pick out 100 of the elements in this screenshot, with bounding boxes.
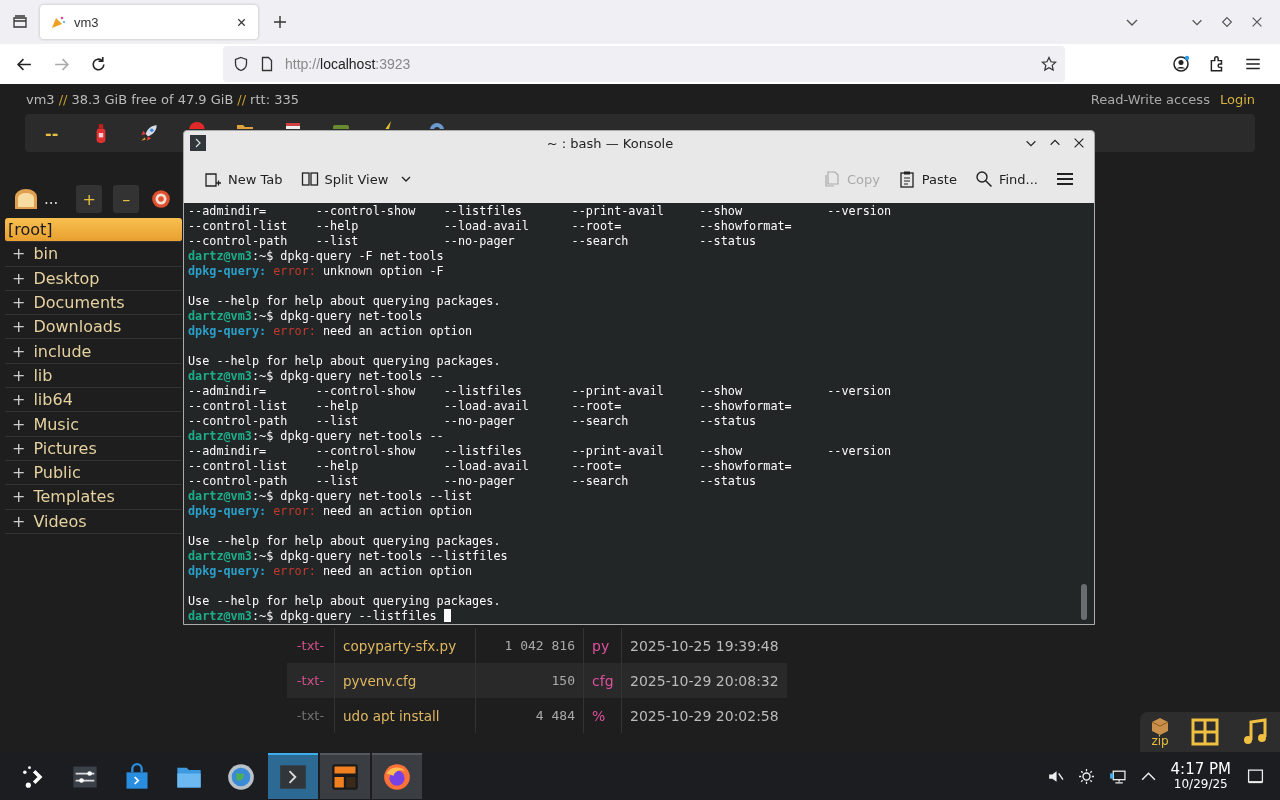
- folder-name: Public: [33, 463, 81, 483]
- zip-label[interactable]: zip: [1151, 735, 1169, 747]
- command-text: :~$ dpkg-query -F net-tools: [251, 249, 444, 263]
- separator-text: //: [58, 91, 68, 107]
- folder-name: Desktop: [33, 268, 100, 288]
- tree-item[interactable]: + bin: [5, 242, 182, 267]
- output-text: --admindir= --control-show --listfiles --print-avail --show --version: [188, 444, 892, 458]
- program-name: dpkg-query:: [188, 504, 267, 518]
- new-tab-icon[interactable]: [272, 14, 288, 30]
- taskbar-item[interactable]: [320, 753, 370, 799]
- output-text: Use --help for help about querying packages.: [188, 354, 501, 368]
- address-field[interactable]: http://localhost:3923: [223, 46, 1065, 82]
- command-text: :~$ dpkg-query net-tools: [251, 309, 423, 323]
- error-message: need an action option: [322, 504, 473, 518]
- file-size: 150: [476, 663, 584, 698]
- error-label: error:: [273, 504, 316, 518]
- shield-icon[interactable]: [233, 56, 249, 72]
- clock[interactable]: 4:17 PM 10/29/25: [1170, 761, 1231, 791]
- tree-item[interactable]: + Documents: [5, 290, 182, 316]
- expand-toggle[interactable]: +: [12, 341, 26, 361]
- expand-toggle[interactable]: +: [12, 317, 26, 337]
- tree-item[interactable]: + lib: [5, 363, 182, 389]
- zoom-out-button[interactable]: –: [113, 185, 140, 213]
- prompt-user: dartz@vm3: [188, 489, 252, 503]
- tree-item[interactable]: + include: [5, 339, 182, 364]
- output-text: --control-path --list --no-pager --search --status: [188, 234, 757, 248]
- login-link[interactable]: Login: [1219, 91, 1255, 107]
- file-tag: -txt-: [287, 698, 335, 733]
- tree-item[interactable]: + Desktop: [5, 266, 182, 291]
- expand-toggle[interactable]: +: [12, 487, 26, 507]
- status-text: rtt: 335: [250, 91, 299, 107]
- close-icon[interactable]: [1250, 15, 1264, 29]
- status-text: vm3: [26, 91, 55, 107]
- maximize-icon[interactable]: [1220, 15, 1234, 29]
- find-button[interactable]: Find...: [968, 163, 1044, 196]
- command-text: :~$ dpkg-query net-tools --: [251, 369, 444, 383]
- file-date: 2025-10-29 20:08:32: [629, 671, 780, 691]
- folder-name: include: [33, 341, 92, 361]
- grid-icon[interactable]: [1190, 717, 1220, 747]
- expand-toggle[interactable]: +: [12, 390, 26, 410]
- split-view-button[interactable]: Split View: [294, 163, 419, 196]
- tree-item[interactable]: + Downloads: [5, 315, 182, 340]
- output-text: --control-list --help --load-avail --root= --showformat=: [188, 219, 792, 233]
- file-link[interactable]: udo apt install: [335, 698, 476, 733]
- file-extension: %: [584, 698, 622, 733]
- bread-icon[interactable]: [12, 187, 40, 211]
- paste-button[interactable]: Paste: [891, 163, 963, 196]
- command-text: :~$ dpkg-query net-tools --listfiles: [251, 549, 508, 563]
- expand-toggle[interactable]: +: [12, 268, 26, 288]
- expand-toggle[interactable]: +: [12, 293, 26, 313]
- file-tag: -txt-: [287, 663, 335, 698]
- program-name: dpkg-query:: [188, 564, 267, 578]
- tree-item[interactable]: + Music: [5, 412, 182, 437]
- star-icon[interactable]: [1041, 56, 1057, 72]
- access-text: Read-Write access: [1090, 91, 1210, 107]
- prompt-user: dartz@vm3: [188, 429, 252, 443]
- tree-item[interactable]: + Templates: [5, 485, 182, 510]
- terminal-output[interactable]: [184, 203, 1094, 624]
- target-icon[interactable]: [150, 188, 173, 210]
- output-text: --admindir= --control-show --listfiles --print-avail --show --version: [188, 204, 892, 218]
- zoom-in-button[interactable]: +: [76, 185, 103, 213]
- error-label: error:: [273, 264, 316, 278]
- folder-name: Pictures: [33, 438, 97, 458]
- browser-tab[interactable]: vm3: [40, 5, 258, 39]
- new-tab-button[interactable]: New Tab: [198, 163, 289, 196]
- folder-name: lib: [33, 365, 53, 385]
- file-link[interactable]: pyvenv.cfg: [335, 663, 476, 698]
- expand-toggle[interactable]: +: [12, 463, 26, 483]
- box-icon[interactable]: [1150, 717, 1170, 735]
- tree-item[interactable]: + lib64: [5, 388, 182, 413]
- output-text: Use --help for help about querying packages.: [188, 294, 501, 308]
- expand-toggle[interactable]: +: [12, 414, 26, 434]
- expand-toggle[interactable]: +: [12, 438, 26, 458]
- toolbar-button[interactable]: --: [39, 123, 65, 143]
- brightness-icon[interactable]: [1077, 767, 1095, 785]
- show-desktop-icon[interactable]: [1247, 767, 1264, 785]
- reload-icon[interactable]: [90, 55, 107, 73]
- error-message: need an action option: [322, 324, 473, 338]
- expand-toggle[interactable]: +: [12, 511, 26, 531]
- expand-toggle[interactable]: +: [12, 244, 26, 264]
- tab-list-icon[interactable]: [12, 14, 28, 30]
- account-icon[interactable]: [1172, 55, 1190, 73]
- expand-toggle[interactable]: +: [12, 365, 26, 385]
- file-date: 2025-10-25 19:39:48: [629, 636, 780, 656]
- party-icon: [50, 14, 66, 30]
- prompt-user: dartz@vm3: [188, 309, 252, 323]
- terminal-icon: [279, 763, 307, 791]
- new-tab-icon: [204, 170, 222, 189]
- error-message: unknown option -F: [322, 264, 444, 278]
- output-text: --control-list --help --load-avail --root= --showformat=: [188, 459, 792, 473]
- status-text: 38.3 GiB free of 47.9 GiB: [71, 91, 234, 107]
- taskbar-item[interactable]: [372, 753, 422, 799]
- scrollbar-thumb[interactable]: [1081, 584, 1087, 620]
- tree-item[interactable]: + Pictures: [5, 436, 182, 461]
- tree-item[interactable]: [root]: [5, 218, 182, 243]
- tree-item[interactable]: + Public: [5, 460, 182, 486]
- tree-item[interactable]: + Videos: [5, 509, 182, 534]
- globe-gear-icon: [227, 763, 255, 791]
- error-label: error:: [273, 324, 316, 338]
- page-icon: [259, 56, 275, 72]
